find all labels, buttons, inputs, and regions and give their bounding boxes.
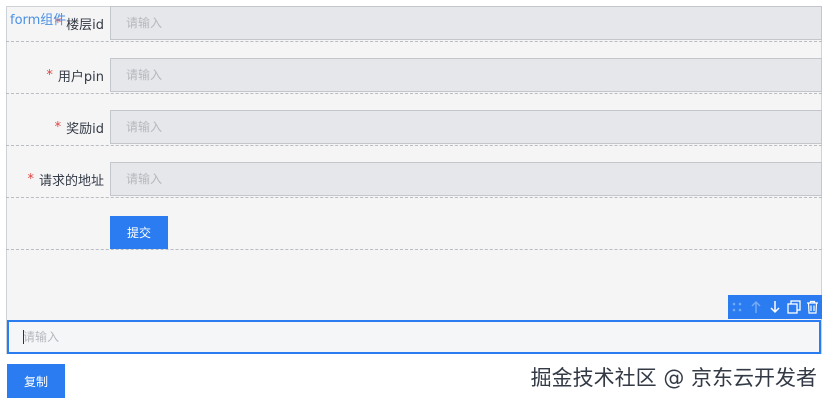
field-label-text: 请求的地址 (38, 174, 104, 189)
text-caret (23, 330, 24, 344)
copy-icon[interactable] (785, 298, 803, 316)
reward-id-input[interactable]: 请输入 (110, 110, 822, 144)
submit-button[interactable]: 提交 (110, 216, 168, 249)
field-label-user-pin: * 用户pin (6, 58, 104, 93)
component-title: form组件 (10, 13, 67, 28)
arrow-down-icon[interactable] (766, 298, 784, 316)
form-row-floor-id: * 楼层id 请输入 (6, 6, 822, 42)
floor-id-input[interactable]: 请输入 (110, 6, 822, 40)
required-marker: * (46, 68, 53, 83)
selected-input-placeholder: 请输入 (23, 330, 60, 344)
copy-button[interactable]: 复制 (7, 364, 65, 398)
field-label-text: 奖励id (66, 122, 104, 137)
field-label-text: 用户pin (57, 70, 104, 85)
drag-handle-icon[interactable] (728, 298, 746, 316)
field-label-reward-id: * 奖励id (6, 110, 104, 145)
request-url-input[interactable]: 请输入 (110, 162, 822, 196)
field-label-text: 楼层id (66, 18, 104, 33)
form-row-reward-id: * 奖励id 请输入 (6, 110, 822, 146)
form-row-user-pin: * 用户pin 请输入 (6, 58, 822, 94)
field-label-request-url: * 请求的地址 (6, 162, 104, 197)
form-row-request-url: * 请求的地址 请输入 (6, 162, 822, 198)
selected-input-field[interactable]: 请输入 (7, 320, 821, 354)
trash-icon[interactable] (804, 298, 822, 316)
component-toolbar (728, 295, 822, 319)
arrow-up-icon[interactable] (747, 298, 765, 316)
user-pin-input[interactable]: 请输入 (110, 58, 822, 92)
required-marker: * (54, 120, 62, 135)
form-row-submit: 提交 (6, 214, 822, 250)
watermark-text: 掘金技术社区 @ 京东云开发者 (530, 366, 817, 390)
required-marker: * (27, 172, 34, 187)
